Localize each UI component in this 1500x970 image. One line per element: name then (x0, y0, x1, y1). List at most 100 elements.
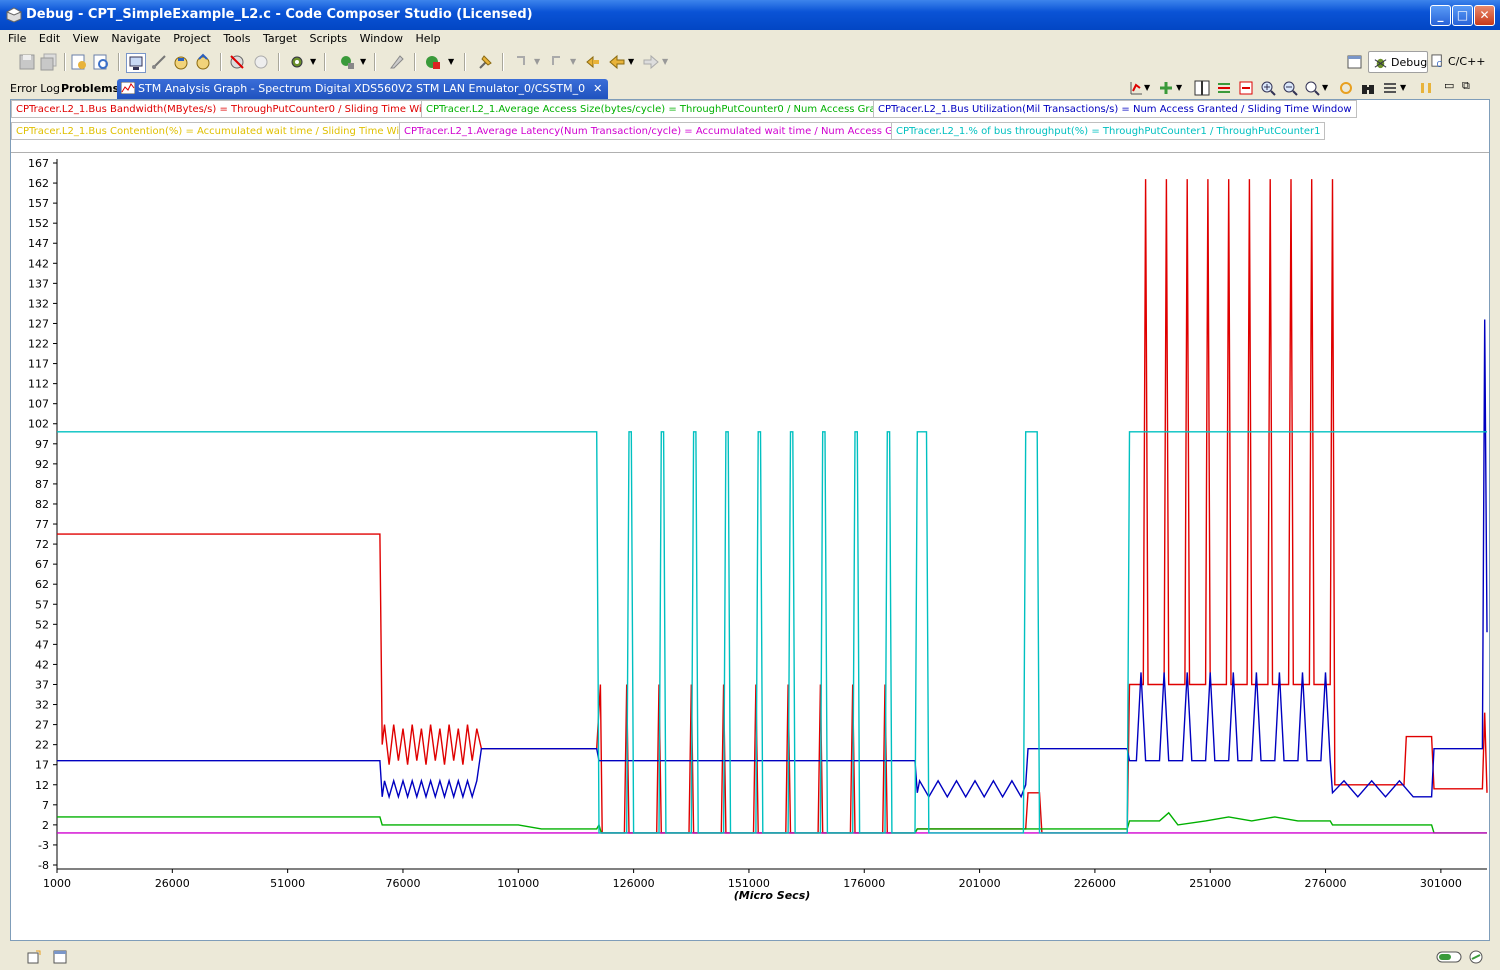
legend-bus-utilization[interactable]: CPTracer.L2_1.Bus Utilization(Mil Transa… (873, 100, 1357, 118)
close-button[interactable]: ✕ (1474, 5, 1495, 26)
legend-bus-bandwidth[interactable]: CPTracer.L2_1.Bus Bandwidth(MBytes/s) = … (11, 100, 454, 118)
x-tick-label: 51000 (270, 877, 305, 890)
next-annotation-icon[interactable] (512, 53, 530, 71)
menu-navigate[interactable]: Navigate (107, 30, 165, 46)
debug-settings-dropdown-icon[interactable]: ▼ (310, 57, 316, 66)
add-graph-icon[interactable] (1158, 80, 1174, 96)
fast-view-icon[interactable] (26, 949, 42, 965)
last-edit-location-icon[interactable] (584, 53, 602, 71)
find-graph-icon[interactable] (1360, 80, 1376, 96)
forward-dropdown-icon[interactable]: ▼ (662, 57, 668, 66)
y-tick-label: -3 (38, 839, 49, 852)
run-config-dropdown-icon[interactable]: ▼ (360, 57, 366, 66)
zoom-out-icon[interactable] (1282, 80, 1298, 96)
menu-file[interactable]: File (4, 30, 31, 46)
y-tick-label: 147 (28, 237, 49, 250)
x-tick-label: 176000 (843, 877, 885, 890)
y-tick-label: 32 (35, 699, 49, 712)
prev-annotation-dropdown-icon[interactable]: ▼ (570, 57, 576, 66)
y-tick-label: 97 (35, 438, 49, 451)
run-config-icon[interactable] (338, 53, 356, 71)
status-toggle-icon[interactable] (1436, 949, 1462, 965)
y-tick-label: 57 (35, 598, 49, 611)
y-tick-label: 112 (28, 378, 49, 391)
reload-program-icon[interactable] (194, 53, 212, 71)
maximize-button[interactable]: □ (1452, 5, 1473, 26)
zoom-in-icon[interactable] (1260, 80, 1276, 96)
external-tools-dropdown-icon[interactable]: ▼ (448, 57, 454, 66)
svg-text:C: C (1437, 60, 1442, 69)
legend-average-access-size[interactable]: CPTracer.L2_1.Average Access Size(bytes/… (421, 100, 904, 118)
x-tick-label: 101000 (497, 877, 539, 890)
y-tick-label: 162 (28, 177, 49, 190)
refresh-graph-icon[interactable] (1338, 80, 1354, 96)
open-perspective-icon[interactable] (1346, 53, 1364, 71)
menu-window[interactable]: Window (356, 30, 408, 46)
graph-properties-icon[interactable] (1382, 80, 1398, 96)
graph-select-dropdown-icon[interactable]: ▼ (1144, 83, 1150, 92)
stm-analysis-chart[interactable]: 1671621571521471421371321271221171121071… (11, 153, 1489, 941)
search-files-icon[interactable] (92, 53, 110, 71)
link-status-icon[interactable] (1468, 949, 1484, 965)
x-tick-label: 26000 (155, 877, 190, 890)
edit-icon[interactable] (388, 53, 406, 71)
pause-graph-icon[interactable] (1418, 80, 1434, 96)
back-dropdown-icon[interactable]: ▼ (628, 57, 634, 66)
cpp-perspective-button[interactable]: C C/C++ (1430, 51, 1486, 73)
connect-target-icon[interactable] (126, 53, 146, 73)
reset-graph-icon[interactable] (1238, 80, 1254, 96)
y-tick-label: 107 (28, 398, 49, 411)
menu-edit[interactable]: Edit (35, 30, 65, 46)
menu-tools[interactable]: Tools (219, 30, 255, 46)
external-tools-icon[interactable] (424, 53, 442, 71)
show-view-icon[interactable] (52, 949, 68, 965)
y-tick-label: 2 (42, 819, 49, 832)
zoom-fit-icon[interactable] (1304, 80, 1320, 96)
y-tick-label: 137 (28, 277, 49, 290)
zoom-dropdown-icon[interactable]: ▼ (1322, 83, 1328, 92)
skip-breakpoints-icon[interactable] (252, 53, 270, 71)
debug-settings-icon[interactable] (288, 53, 306, 71)
open-file-icon[interactable] (70, 53, 88, 71)
pin-icon[interactable] (476, 53, 494, 71)
window-titlebar: Debug - CPT_SimpleExample_L2.c - Code Co… (0, 0, 1500, 30)
graph-select-icon[interactable] (1128, 80, 1144, 96)
stm-graph-panel: CPTracer.L2_1.Bus Bandwidth(MBytes/s) = … (10, 99, 1490, 941)
tab-error-log[interactable]: Error Log (10, 79, 60, 99)
legend-bus-contention[interactable]: CPTracer.L2_1.Bus Contention(%) = Accumu… (11, 122, 432, 140)
status-bar (0, 944, 1500, 970)
y-tick-label: 142 (28, 257, 49, 270)
disable-breakpoints-icon[interactable] (228, 53, 246, 71)
legend-average-latency[interactable]: CPTracer.L2_1.Average Latency(Num Transa… (399, 122, 931, 140)
split-vertical-icon[interactable] (1194, 80, 1210, 96)
view-minimize-icon[interactable]: ▭ (1444, 79, 1454, 92)
y-tick-label: 27 (35, 719, 49, 732)
minimize-button[interactable]: _ (1430, 5, 1451, 26)
y-tick-label: -8 (38, 859, 49, 872)
save-all-icon[interactable] (40, 53, 58, 71)
debug-perspective-button[interactable]: Debug (1368, 51, 1428, 73)
tab-problems[interactable]: Problems (61, 79, 119, 99)
legend-bus-throughput[interactable]: CPTracer.L2_1.% of bus throughput(%) = T… (891, 122, 1326, 140)
menu-scripts[interactable]: Scripts (305, 30, 352, 46)
graph-properties-dropdown-icon[interactable]: ▼ (1400, 83, 1406, 92)
y-tick-label: 157 (28, 197, 49, 210)
menu-project[interactable]: Project (169, 30, 216, 46)
add-graph-dropdown-icon[interactable]: ▼ (1176, 83, 1182, 92)
view-restore-icon[interactable]: ⧉ (1462, 79, 1470, 93)
y-tick-label: 77 (35, 518, 49, 531)
menu-target[interactable]: Target (259, 30, 302, 46)
menu-view[interactable]: View (69, 30, 104, 46)
prev-annotation-icon[interactable] (548, 53, 566, 71)
x-tick-label: 226000 (1074, 877, 1116, 890)
menu-help[interactable]: Help (411, 30, 445, 46)
next-annotation-dropdown-icon[interactable]: ▼ (534, 57, 540, 66)
forward-arrow-icon[interactable] (642, 53, 660, 71)
save-icon[interactable] (18, 53, 36, 71)
load-program-icon[interactable] (172, 53, 190, 71)
back-arrow-icon[interactable] (608, 53, 626, 71)
connect-link-icon[interactable] (150, 53, 168, 71)
split-horizontal-icon[interactable] (1216, 80, 1232, 96)
tab-stm-analysis-graph[interactable]: STM Analysis Graph - Spectrum Digital XD… (117, 79, 609, 99)
close-tab-icon[interactable]: ✕ (593, 82, 602, 95)
